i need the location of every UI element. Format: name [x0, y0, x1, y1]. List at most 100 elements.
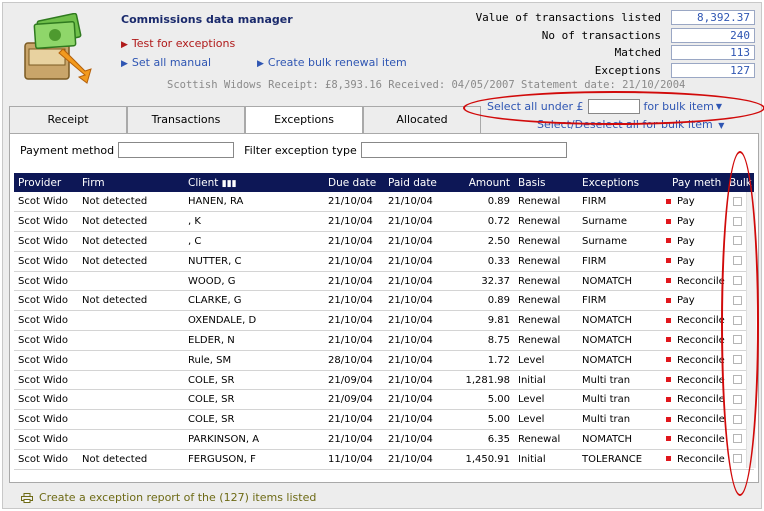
cell-due: 21/10/04 [324, 231, 384, 252]
col-client[interactable]: Client ▮▮▮ [182, 173, 324, 192]
stat-row: No of transactions 240 [476, 27, 755, 45]
red-square-icon [666, 416, 671, 422]
create-exception-report-label: Create a exception report of the (127) i… [39, 491, 317, 504]
stat-value: 113 [671, 45, 755, 61]
bulk-checkbox[interactable] [733, 196, 742, 206]
cell-paymeth: Reconcile [662, 330, 728, 351]
bulk-checkbox[interactable] [733, 256, 742, 266]
stat-value: 127 [671, 62, 755, 78]
table-row[interactable]: Scot Wido COLE, SR 21/09/04 21/10/04 5.00 Lev… [14, 389, 754, 411]
table-row[interactable]: Scot Wido Not detected, C 21/10/04 21/10/04… [14, 231, 754, 252]
chevron-down-icon: ▼ [718, 121, 725, 130]
payment-method-input[interactable] [118, 142, 235, 158]
create-exception-report-link[interactable]: Create a exception report of the (127) i… [21, 491, 316, 504]
table-row[interactable]: Scot Wido Not detected FERGUSON, F 11/10/04… [14, 449, 754, 470]
paymeth-label: Reconcile [677, 414, 725, 426]
cell-amount: 0.72 [442, 211, 514, 233]
table-scrollbar[interactable] [746, 192, 756, 468]
red-square-icon [666, 456, 671, 462]
col-pay-meth[interactable]: Pay meth [662, 173, 728, 192]
bulk-checkbox[interactable] [733, 236, 742, 246]
cell-firm [78, 310, 182, 332]
cell-paymeth: Reconcile [662, 429, 728, 450]
set-all-manual-link[interactable]: ▶ Set all manual [121, 56, 211, 69]
tab-allocated[interactable]: Allocated [363, 106, 481, 133]
table-row[interactable]: Scot Wido Not detected HANEN, RA 21/10/04 21… [14, 192, 754, 213]
cell-exception: FIRM [578, 192, 662, 213]
chevron-down-icon[interactable]: ▼ [716, 102, 722, 111]
arrow-right-icon: ▶ [121, 59, 128, 69]
test-exceptions-link[interactable]: ▶ Test for exceptions [121, 37, 235, 50]
arrow-right-icon: ▶ [257, 59, 264, 69]
cell-paid: 21/10/04 [384, 231, 442, 252]
cell-paid: 21/10/04 [384, 251, 442, 272]
cell-paymeth: Reconcile [662, 389, 728, 411]
cell-amount: 1,281.98 [442, 370, 514, 391]
cell-paymeth: Pay [662, 192, 728, 213]
arrow-right-icon: ▶ [121, 40, 128, 50]
col-bulk[interactable]: Bulk [728, 173, 754, 192]
table-row[interactable]: Scot Wido COLE, SR 21/10/04 21/10/04 5.00 Lev… [14, 409, 754, 431]
table-row[interactable]: Scot Wido Not detected CLARKE, G 21/10/04 21… [14, 290, 754, 312]
table-row[interactable]: Scot Wido PARKINSON, A 21/10/04 21/10/04 6.3… [14, 429, 754, 450]
col-firm[interactable]: Firm [78, 173, 182, 192]
cell-firm [78, 330, 182, 351]
red-square-icon [666, 337, 671, 343]
bulk-checkbox[interactable] [733, 434, 742, 444]
cell-due: 28/10/04 [324, 350, 384, 371]
exception-type-input[interactable] [360, 142, 567, 158]
cell-paid: 21/10/04 [384, 429, 442, 450]
cell-paid: 21/10/04 [384, 192, 442, 213]
cell-due: 21/10/04 [324, 290, 384, 312]
cell-client: , K [182, 211, 324, 233]
tab-receipt[interactable]: Receipt [9, 106, 127, 133]
bulk-checkbox[interactable] [733, 375, 742, 385]
cell-due: 21/10/04 [324, 271, 384, 292]
col-amount[interactable]: Amount [442, 173, 514, 192]
bulk-checkbox[interactable] [733, 414, 742, 424]
bulk-checkbox[interactable] [733, 295, 742, 305]
cell-client: FERGUSON, F [182, 449, 324, 470]
bulk-checkbox[interactable] [733, 276, 742, 286]
table-row[interactable]: Scot Wido COLE, SR 21/09/04 21/10/04 1,281.9… [14, 370, 754, 391]
col-paid-date[interactable]: Paid date [384, 173, 442, 192]
col-basis[interactable]: Basis [514, 173, 578, 192]
table-row[interactable]: Scot Wido Not detected, K 21/10/04 21/10/04… [14, 211, 754, 233]
bulk-checkbox[interactable] [733, 315, 742, 325]
cell-due: 21/10/04 [324, 429, 384, 450]
cell-client: COLE, SR [182, 389, 324, 411]
select-deselect-bulk-link[interactable]: Select/Deselect all for bulk item ▼ [537, 118, 724, 131]
cell-amount: 2.50 [442, 231, 514, 252]
cell-due: 11/10/04 [324, 449, 384, 470]
cell-amount: 32.37 [442, 271, 514, 292]
bulk-checkbox[interactable] [733, 355, 742, 365]
red-square-icon [666, 278, 671, 284]
paymeth-label: Reconcile [677, 453, 725, 465]
table-row[interactable]: Scot Wido OXENDALE, D 21/10/04 21/10/04 9.81… [14, 310, 754, 332]
cell-firm: Not detected [78, 251, 182, 272]
col-due-date[interactable]: Due date [324, 173, 384, 192]
bulk-checkbox[interactable] [733, 335, 742, 345]
cell-basis: Renewal [514, 310, 578, 332]
bulk-select-suffix-link[interactable]: for bulk item [644, 100, 714, 113]
bulk-checkbox[interactable] [733, 454, 742, 464]
col-client-label: Client [188, 176, 219, 189]
cell-firm: Not detected [78, 290, 182, 312]
table-row[interactable]: Scot Wido Not detected NUTTER, C 21/10/04 21… [14, 251, 754, 272]
cell-exception: NOMATCH [578, 271, 662, 292]
col-exceptions[interactable]: Exceptions [578, 173, 662, 192]
cell-exception: TOLERANCE [578, 449, 662, 470]
bulk-checkbox[interactable] [733, 394, 742, 404]
col-provider[interactable]: Provider [14, 173, 78, 192]
cell-provider: Scot Wido [14, 389, 78, 411]
bulk-checkbox[interactable] [733, 216, 742, 226]
tab-transactions[interactable]: Transactions [127, 106, 245, 133]
table-row[interactable]: Scot Wido Rule, SM 28/10/04 21/10/04 1.72 Lev… [14, 350, 754, 371]
table-row[interactable]: Scot Wido ELDER, N 21/10/04 21/10/04 8.75 Ren… [14, 330, 754, 351]
cell-paid: 21/10/04 [384, 290, 442, 312]
table-row[interactable]: Scot Wido WOOD, G 21/10/04 21/10/04 32.37 Ren… [14, 271, 754, 292]
bulk-amount-input[interactable] [587, 99, 640, 114]
tab-exceptions[interactable]: Exceptions [245, 106, 363, 134]
create-bulk-renewal-link[interactable]: ▶ Create bulk renewal item [257, 56, 407, 69]
cell-exception: NOMATCH [578, 350, 662, 371]
